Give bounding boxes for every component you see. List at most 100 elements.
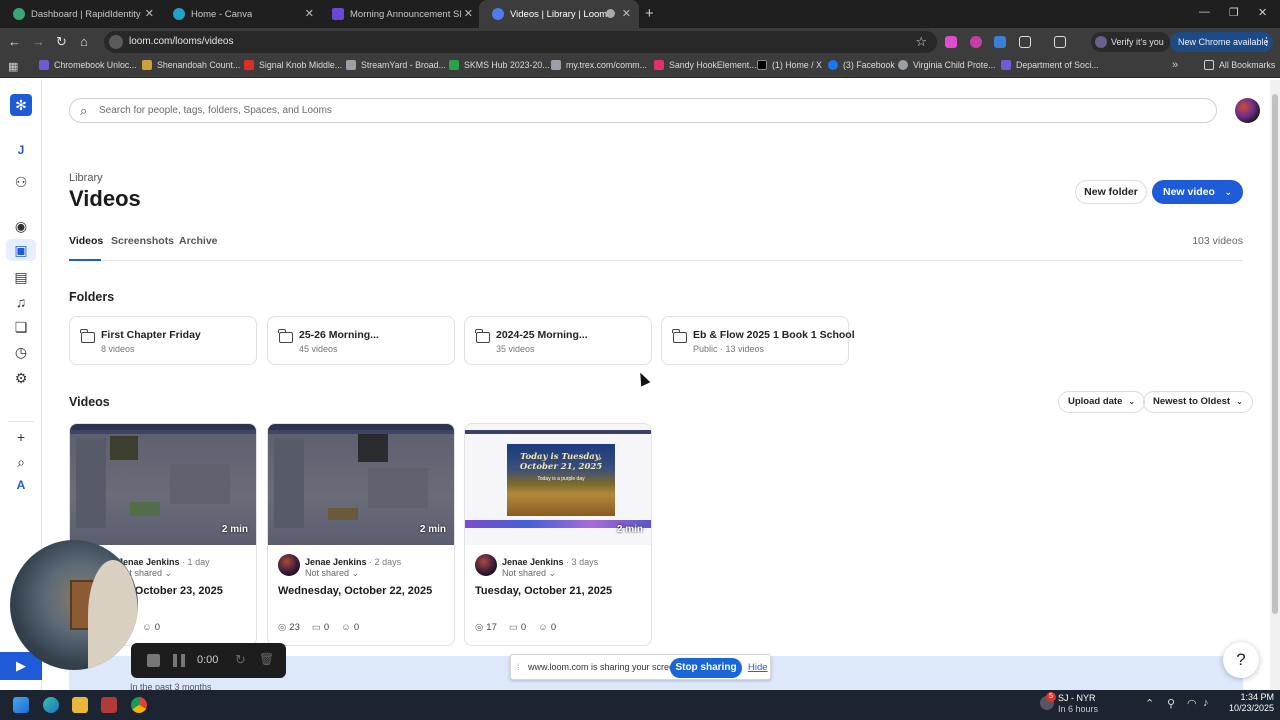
new-chrome-button[interactable]: New Chrome available — [1170, 32, 1273, 52]
space-avatar[interactable]: A — [12, 476, 30, 494]
recording-timer: 0:00 — [197, 654, 219, 666]
more-menu-icon[interactable]: ⋮ — [1261, 35, 1272, 48]
sort-field-dropdown[interactable]: Upload date ⌄ — [1058, 391, 1146, 413]
chrome-icon[interactable] — [131, 697, 147, 713]
breadcrumb[interactable]: Library — [69, 172, 103, 184]
bookmark-item[interactable]: (3) Facebook — [828, 60, 895, 70]
stop-recording-icon[interactable] — [147, 654, 160, 667]
verify-button[interactable]: Verify it's you — [1091, 32, 1170, 52]
video-card[interactable]: Today is Tuesday, October 21, 2025 Today… — [464, 423, 652, 646]
minimize-icon[interactable]: — — [1199, 6, 1210, 18]
apps-grid-icon[interactable]: ▦ — [8, 60, 18, 73]
bookmark-star-icon[interactable]: ☆ — [915, 34, 927, 50]
search-icon[interactable]: ⌕ — [12, 453, 30, 471]
back-icon[interactable]: ← — [8, 34, 21, 49]
video-title[interactable]: Wednesday, October 22, 2025 — [278, 585, 432, 597]
location-icon[interactable]: ⚲ — [1167, 697, 1175, 710]
invite-user-icon[interactable]: ⚇ — [12, 173, 30, 191]
chevron-down-icon[interactable]: ⌄ — [1224, 180, 1232, 204]
tab-canva[interactable]: Home - Canva ✕ — [160, 0, 322, 28]
folder-card[interactable]: 2024-25 Morning... 35 videos — [464, 316, 652, 365]
cast-icon[interactable] — [1054, 36, 1066, 48]
more-bookmarks-icon[interactable]: » — [1172, 59, 1178, 71]
bookmark-item[interactable]: Virginia Child Prote... — [898, 60, 995, 70]
tab-screenshots[interactable]: Screenshots — [111, 235, 174, 261]
new-video-button[interactable]: New video ⌄ — [1152, 180, 1243, 204]
window-close-icon[interactable]: ✕ — [1258, 6, 1267, 19]
sort-order-dropdown[interactable]: Newest to Oldest ⌄ — [1143, 391, 1253, 413]
extensions-puzzle-icon[interactable] — [1019, 36, 1031, 48]
camera-bubble[interactable] — [10, 540, 138, 670]
site-info-icon[interactable] — [109, 35, 123, 49]
scrollbar-thumb[interactable] — [1272, 94, 1278, 614]
page-scrollbar[interactable] — [1270, 80, 1280, 690]
file-explorer-icon[interactable] — [72, 697, 88, 713]
app-icon[interactable] — [101, 697, 117, 713]
folder-card[interactable]: First Chapter Friday 8 videos — [69, 316, 257, 365]
tab-slides[interactable]: Morning Announcement Slide ✕ — [319, 0, 481, 28]
close-icon[interactable]: ✕ — [622, 8, 631, 20]
tab-videos[interactable]: Videos — [69, 235, 103, 261]
close-icon[interactable]: ✕ — [464, 8, 473, 20]
extension-icon[interactable] — [994, 36, 1006, 48]
hide-link[interactable]: Hide — [748, 662, 768, 673]
home-icon[interactable]: ⌂ — [80, 34, 88, 49]
bookmark-item[interactable]: SKMS Hub 2023-20... — [449, 60, 550, 70]
share-status[interactable]: Not shared ⌄ — [502, 568, 556, 579]
reload-icon[interactable]: ↻ — [56, 34, 67, 49]
notifications-bell-icon[interactable]: ♫ — [12, 293, 30, 311]
bookmark-item[interactable]: Chromebook Unloc... — [39, 60, 137, 70]
folder-card[interactable]: Eb & Flow 2025 1 Book 1 School Public · … — [661, 316, 855, 365]
restart-icon[interactable]: ↻ — [235, 652, 246, 668]
workspace-switcher[interactable]: J — [10, 139, 32, 161]
all-bookmarks-button[interactable]: All Bookmarks — [1204, 60, 1275, 70]
video-card[interactable]: 2 min Jenae Jenkins · 2 days Not shared … — [267, 423, 455, 646]
bookmark-item[interactable]: Shenandoah Count... — [142, 60, 240, 70]
stop-sharing-button[interactable]: Stop sharing — [670, 658, 742, 678]
eye-icon: ◎ — [475, 622, 484, 633]
history-clock-icon[interactable]: ◷ — [12, 343, 30, 361]
smile-icon: ☺ — [142, 622, 152, 633]
search-input[interactable] — [99, 101, 1199, 120]
edge-browser-icon[interactable] — [43, 697, 59, 713]
bookmark-item[interactable]: my.trex.com/comm... — [551, 60, 647, 70]
share-status[interactable]: Not shared ⌄ — [305, 568, 359, 579]
tray-overflow-icon[interactable]: ⌃ — [1145, 697, 1154, 710]
new-tab-button[interactable]: + — [645, 5, 654, 22]
loom-logo-icon[interactable]: ✻ — [10, 94, 32, 116]
close-icon[interactable]: ✕ — [145, 8, 154, 20]
bookmark-icon[interactable]: ❏ — [12, 318, 30, 336]
close-icon[interactable]: ✕ — [305, 8, 314, 20]
system-clock[interactable]: 1:34 PM 10/23/2025 — [1226, 692, 1274, 714]
wifi-icon[interactable]: ◠ — [1187, 697, 1197, 710]
pause-icon[interactable] — [173, 654, 185, 667]
new-folder-button[interactable]: New folder — [1075, 180, 1147, 204]
tab-archive[interactable]: Archive — [179, 235, 218, 261]
maximize-icon[interactable]: ❐ — [1229, 6, 1239, 19]
library-icon[interactable]: ▣ — [12, 241, 30, 259]
calendar-icon[interactable]: ▤ — [12, 268, 30, 286]
video-title[interactable]: Tuesday, October 21, 2025 — [475, 585, 612, 597]
user-avatar[interactable] — [1235, 98, 1260, 123]
folder-card[interactable]: 25-26 Morning... 45 videos — [267, 316, 455, 365]
bookmark-item[interactable]: Sandy HookElement... — [654, 60, 757, 70]
extension-icon[interactable] — [970, 36, 982, 48]
address-bar[interactable]: loom.com/looms/videos ☆ — [104, 31, 937, 53]
tab-loom[interactable]: Videos | Library | Loom ✕ — [479, 0, 639, 28]
drag-handle-icon[interactable]: ⁞ — [517, 662, 520, 672]
sports-widget[interactable]: SJ - NYR In 6 hours — [1058, 693, 1098, 715]
settings-gear-icon[interactable]: ⚙ — [12, 369, 30, 387]
add-workspace-icon[interactable]: + — [12, 428, 30, 446]
bookmark-item[interactable]: Signal Knob Middle... — [244, 60, 342, 70]
tab-rapididentity[interactable]: Dashboard | RapidIdentity ✕ — [0, 0, 162, 28]
help-button[interactable]: ? — [1223, 642, 1259, 678]
bookmark-item[interactable]: (1) Home / X — [757, 60, 822, 70]
forward-icon[interactable]: → — [32, 34, 45, 49]
trash-icon[interactable]: 🗑 — [259, 652, 274, 666]
windows-start-icon[interactable] — [13, 697, 29, 713]
bookmark-item[interactable]: Department of Soci... — [1001, 60, 1099, 70]
volume-icon[interactable]: ♪ — [1203, 697, 1209, 709]
bookmark-item[interactable]: StreamYard - Broad... — [346, 60, 446, 70]
profile-icon[interactable]: ◉ — [12, 217, 30, 235]
extension-icon[interactable] — [945, 36, 957, 48]
